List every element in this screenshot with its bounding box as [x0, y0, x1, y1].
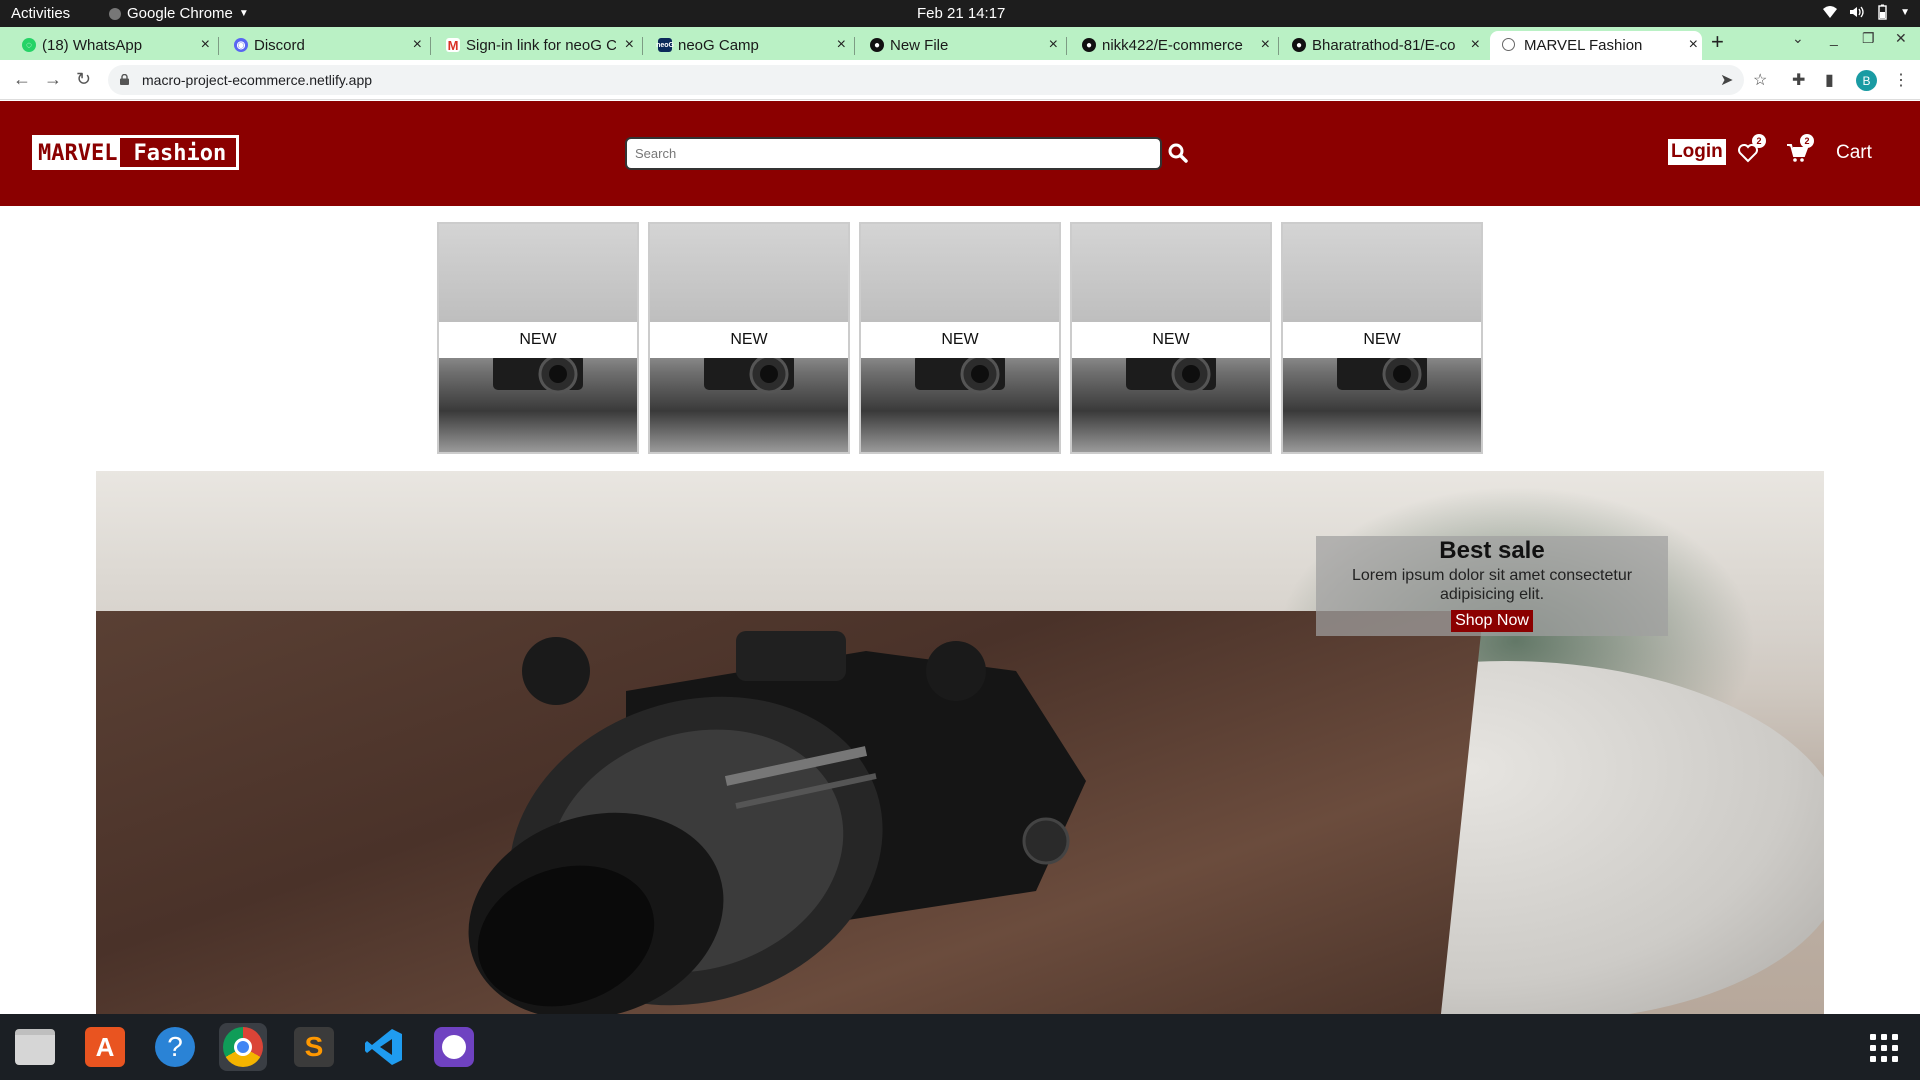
- whatsapp-icon: ◌: [22, 38, 36, 52]
- login-button[interactable]: Login: [1668, 139, 1726, 165]
- category-label: NEW: [439, 322, 637, 358]
- globe-icon: [1502, 38, 1515, 51]
- category-cards: NEW NEW NEW NEW NEW: [437, 222, 1483, 454]
- cart-link[interactable]: Cart: [1836, 142, 1872, 164]
- category-label: NEW: [861, 322, 1059, 358]
- search-icon[interactable]: [1168, 143, 1188, 163]
- category-label: NEW: [1283, 322, 1481, 358]
- best-sale-card: Best sale Lorem ipsum dolor sit amet con…: [1316, 536, 1668, 636]
- category-card[interactable]: NEW: [437, 222, 639, 454]
- show-applications-icon[interactable]: [1870, 1034, 1898, 1062]
- tab-bharatrathod-ecommerce[interactable]: ● Bharatrathod-81/E-co ×: [1290, 31, 1484, 60]
- volume-icon: [1850, 6, 1864, 18]
- files-icon[interactable]: [11, 1023, 59, 1071]
- url-text: macro-project-ecommerce.netlify.app: [142, 72, 373, 88]
- tab-marvel-fashion[interactable]: MARVEL Fashion ×: [1490, 31, 1702, 60]
- logo-part1: MARVEL: [35, 138, 121, 167]
- tab-strip: ◌ (18) WhatsApp × ◉ Discord × M Sign-in …: [0, 27, 1920, 60]
- hero-banner: Best sale Lorem ipsum dolor sit amet con…: [96, 471, 1824, 1014]
- back-icon[interactable]: ←: [13, 69, 31, 90]
- shop-now-button[interactable]: Shop Now: [1451, 610, 1533, 632]
- app-menu[interactable]: Google Chrome ▼: [109, 5, 249, 22]
- reload-icon[interactable]: ↻: [76, 69, 91, 90]
- github-icon: ●: [1082, 38, 1096, 52]
- github-desktop-icon[interactable]: [430, 1023, 478, 1071]
- minimize-icon[interactable]: _: [1830, 30, 1838, 46]
- tab-neog-camp[interactable]: neoG neoG Camp ×: [656, 31, 855, 60]
- battery-icon: [1878, 4, 1887, 20]
- app-center-icon[interactable]: A: [81, 1023, 129, 1071]
- discord-icon: ◉: [234, 38, 248, 52]
- close-icon[interactable]: ×: [837, 36, 846, 54]
- tab-title: Sign-in link for neoG C: [466, 37, 616, 54]
- close-window-icon[interactable]: ✕: [1895, 30, 1907, 47]
- vscode-icon[interactable]: [360, 1023, 408, 1071]
- site-logo[interactable]: MARVEL Fashion: [32, 135, 240, 170]
- gmail-icon: M: [446, 37, 460, 53]
- close-icon[interactable]: ×: [1471, 36, 1480, 54]
- wishlist-count-badge: 2: [1752, 134, 1766, 148]
- ubuntu-dock: A ? S: [0, 1014, 1920, 1080]
- tab-discord[interactable]: ◉ Discord ×: [232, 31, 431, 60]
- lock-icon[interactable]: [120, 74, 129, 85]
- browser-toolbar: ← → ↻ macro-project-ecommerce.netlify.ap…: [0, 60, 1920, 100]
- chevron-down-icon: ▼: [1900, 6, 1910, 18]
- chevron-down-icon: ▼: [238, 8, 249, 19]
- site-header: MARVEL Fashion Login 2 2 Cart: [0, 101, 1920, 206]
- search-input[interactable]: [625, 137, 1162, 170]
- github-icon: ●: [870, 38, 884, 52]
- tab-title: (18) WhatsApp: [42, 37, 143, 54]
- restore-icon[interactable]: ❐: [1862, 30, 1875, 47]
- chrome-small-icon: [109, 7, 121, 20]
- github-icon: ●: [1292, 38, 1306, 52]
- close-icon[interactable]: ×: [1261, 36, 1270, 54]
- tab-gmail[interactable]: M Sign-in link for neoG C ×: [444, 31, 643, 60]
- close-icon[interactable]: ×: [1689, 36, 1698, 54]
- category-label: NEW: [650, 322, 848, 358]
- category-card[interactable]: NEW: [1281, 222, 1483, 454]
- category-card[interactable]: NEW: [648, 222, 850, 454]
- side-panel-icon[interactable]: ▮: [1825, 70, 1834, 90]
- extensions-icon[interactable]: ✚: [1792, 70, 1805, 90]
- close-icon[interactable]: ×: [413, 36, 422, 54]
- tab-whatsapp[interactable]: ◌ (18) WhatsApp ×: [20, 31, 219, 60]
- category-card[interactable]: NEW: [859, 222, 1061, 454]
- wifi-icon: [1823, 6, 1838, 18]
- tab-title: New File: [890, 37, 949, 54]
- address-bar[interactable]: macro-project-ecommerce.netlify.app: [108, 65, 1744, 95]
- promo-title: Best sale: [1439, 537, 1545, 564]
- system-top-bar: Activities Google Chrome ▼ Feb 21 14:17 …: [0, 0, 1920, 27]
- tab-title: Bharatrathod-81/E-co: [1312, 37, 1456, 54]
- forward-icon[interactable]: →: [44, 69, 62, 90]
- new-tab-icon[interactable]: +: [1711, 29, 1724, 55]
- tab-title: MARVEL Fashion: [1524, 37, 1643, 54]
- close-icon[interactable]: ×: [201, 36, 210, 54]
- cart-count-badge: 2: [1800, 134, 1814, 148]
- sublime-text-icon[interactable]: S: [290, 1023, 338, 1071]
- chrome-menu-icon[interactable]: ⋮: [1893, 70, 1909, 90]
- close-icon[interactable]: ×: [625, 36, 634, 54]
- help-icon[interactable]: ?: [151, 1023, 199, 1071]
- app-menu-label: Google Chrome: [127, 5, 233, 22]
- activities-button[interactable]: Activities: [11, 5, 70, 22]
- tab-nikk422-ecommerce[interactable]: ● nikk422/E-commerce ×: [1080, 31, 1279, 60]
- promo-text: Lorem ipsum dolor sit amet consectetur a…: [1351, 567, 1633, 603]
- tab-search-icon[interactable]: ⌄: [1792, 30, 1804, 47]
- tab-new-file[interactable]: ● New File ×: [868, 31, 1067, 60]
- category-label: NEW: [1072, 322, 1270, 358]
- profile-avatar[interactable]: B: [1856, 70, 1877, 91]
- tab-title: Discord: [254, 37, 305, 54]
- tab-title: nikk422/E-commerce: [1102, 37, 1243, 54]
- close-icon[interactable]: ×: [1049, 36, 1058, 54]
- send-tab-icon[interactable]: ➤: [1720, 70, 1733, 90]
- logo-part2: Fashion: [120, 138, 237, 167]
- neog-icon: neoG: [656, 38, 674, 52]
- tab-title: neoG Camp: [678, 37, 759, 54]
- bookmark-star-icon[interactable]: ☆: [1753, 70, 1767, 90]
- chrome-icon[interactable]: [219, 1023, 267, 1071]
- category-card[interactable]: NEW: [1070, 222, 1272, 454]
- system-tray[interactable]: ▼: [1822, 4, 1910, 20]
- clock[interactable]: Feb 21 14:17: [917, 5, 1005, 22]
- hero-camera-image: [468, 631, 1086, 1014]
